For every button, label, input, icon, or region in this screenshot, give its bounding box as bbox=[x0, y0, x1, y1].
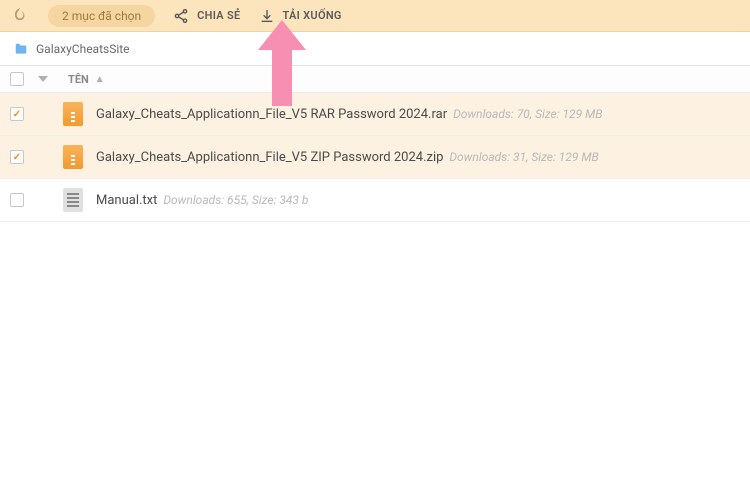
file-meta: Downloads: 70, Size: 129 MB bbox=[453, 107, 602, 121]
selection-count-pill: 2 mục đã chọn bbox=[48, 5, 155, 27]
column-name[interactable]: TÊN ▲ bbox=[68, 73, 105, 86]
file-list: Galaxy_Cheats_Applicationn_File_V5 RAR P… bbox=[0, 93, 750, 222]
table-row[interactable]: Manual.txt Downloads: 655, Size: 343 b bbox=[0, 179, 750, 222]
breadcrumb[interactable]: GalaxyCheatsSite bbox=[0, 32, 750, 66]
file-name: Galaxy_Cheats_Applicationn_File_V5 RAR P… bbox=[96, 107, 447, 122]
column-name-label: TÊN bbox=[68, 73, 89, 86]
file-meta: Downloads: 655, Size: 343 b bbox=[163, 193, 308, 207]
table-row[interactable]: Galaxy_Cheats_Applicationn_File_V5 RAR P… bbox=[0, 93, 750, 136]
share-label: CHIA SẺ bbox=[197, 9, 240, 22]
file-name: Manual.txt bbox=[96, 193, 157, 208]
topbar: 2 mục đã chọn CHIA SẺ TẢI XUỐNG bbox=[0, 0, 750, 32]
share-icon bbox=[173, 8, 189, 24]
flame-icon bbox=[10, 6, 30, 26]
select-all-checkbox[interactable] bbox=[10, 72, 24, 86]
text-file-icon bbox=[62, 187, 84, 213]
file-text-wrap: Manual.txt Downloads: 655, Size: 343 b bbox=[96, 193, 308, 208]
download-button[interactable]: TẢI XUỐNG bbox=[259, 8, 342, 24]
share-button[interactable]: CHIA SẺ bbox=[173, 8, 240, 24]
file-meta: Downloads: 31, Size: 129 MB bbox=[449, 150, 598, 164]
archive-file-icon bbox=[62, 101, 84, 127]
download-icon bbox=[259, 8, 275, 24]
archive-file-icon bbox=[62, 144, 84, 170]
file-text-wrap: Galaxy_Cheats_Applicationn_File_V5 RAR P… bbox=[96, 107, 602, 122]
folder-icon bbox=[14, 42, 28, 56]
sort-dropdown-icon[interactable] bbox=[36, 74, 50, 84]
table-row[interactable]: Galaxy_Cheats_Applicationn_File_V5 ZIP P… bbox=[0, 136, 750, 179]
file-text-wrap: Galaxy_Cheats_Applicationn_File_V5 ZIP P… bbox=[96, 150, 599, 165]
row-checkbox[interactable] bbox=[10, 150, 24, 164]
table-header: TÊN ▲ bbox=[0, 66, 750, 93]
row-checkbox[interactable] bbox=[10, 193, 24, 207]
file-name: Galaxy_Cheats_Applicationn_File_V5 ZIP P… bbox=[96, 150, 443, 165]
download-label: TẢI XUỐNG bbox=[283, 9, 342, 22]
breadcrumb-text: GalaxyCheatsSite bbox=[36, 42, 130, 56]
row-checkbox[interactable] bbox=[10, 107, 24, 121]
sort-asc-icon: ▲ bbox=[95, 74, 105, 85]
